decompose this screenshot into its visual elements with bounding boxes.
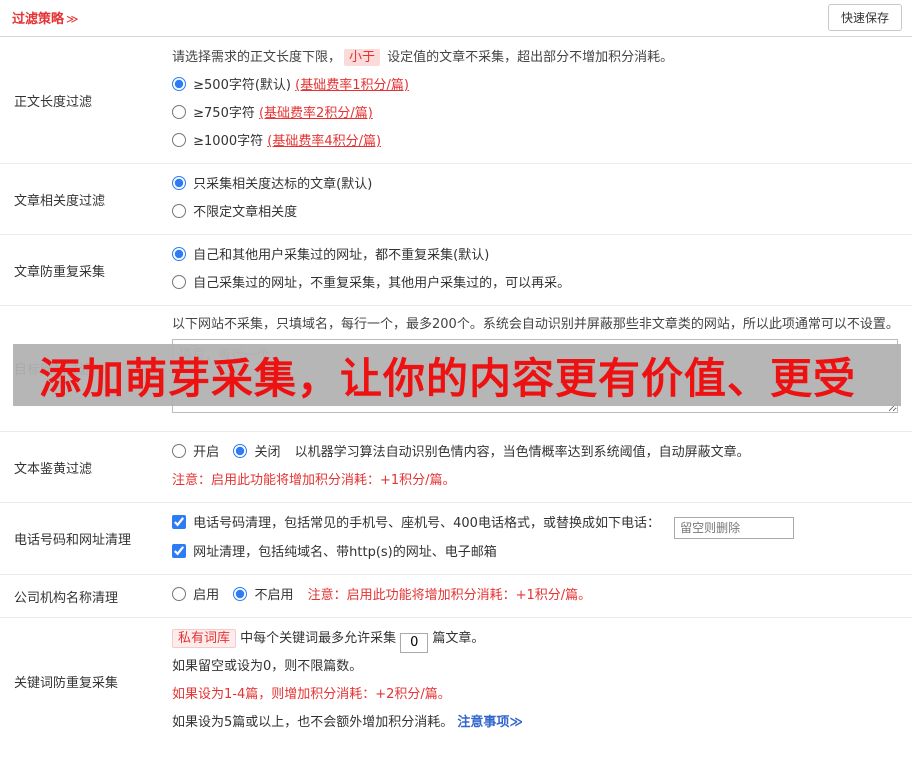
radio-company-off[interactable] xyxy=(233,587,248,601)
target-sites-description: 以下网站不采集，只填域名，每行一个，最多200个。系统会自动识别并屏蔽那些非文章… xyxy=(172,317,899,332)
option-porn-off[interactable]: 关闭 xyxy=(233,444,284,460)
row-content-porn-filter: 开启 关闭 以机器学习算法自动识别色情内容，当色情概率达到系统阈值，自动屏蔽文章… xyxy=(172,432,912,502)
option-label: 网址清理，包括纯域名、带http(s)的网址、电子邮箱 xyxy=(193,545,497,560)
replacement-phone-input[interactable] xyxy=(674,517,795,539)
keyword-dedup-cost-note: 如果设为1-4篇，则增加积分消耗：+2积分/篇。 xyxy=(172,687,451,702)
option-porn-on[interactable]: 开启 xyxy=(172,444,223,460)
radio-750-chars[interactable] xyxy=(172,105,186,119)
row-label-keyword-dedup: 关键词防重复采集 xyxy=(14,675,119,691)
option-label: ≥750字符 xyxy=(193,106,259,121)
porn-filter-options-line: 开启 关闭 以机器学习算法自动识别色情内容，当色情概率达到系统阈值，自动屏蔽文章… xyxy=(172,439,902,467)
line4-text: 如果设为5篇或以上，也不会额外增加积分消耗。 xyxy=(172,715,458,730)
row-content-phone-url-clean: 电话号码清理，包括常见的手机号、座机号、400电话格式，或替换成如下电话： 网址… xyxy=(172,503,912,574)
option-label: 不限定文章相关度 xyxy=(193,205,298,220)
option-relevance-strict[interactable]: 只采集相关度达标的文章(默认) xyxy=(172,171,902,199)
radio-porn-off[interactable] xyxy=(233,444,248,458)
chevron-double-icon: ≫ xyxy=(66,12,79,26)
row-label-dedup: 文章防重复采集 xyxy=(14,264,106,280)
option-label: 开启 xyxy=(193,445,220,460)
porn-filter-cost-note: 注意：启用此功能将增加积分消耗：+1积分/篇。 xyxy=(172,473,456,488)
option-750-chars[interactable]: ≥750字符 (基础费率2积分/篇) xyxy=(172,100,902,128)
private-lexicon-chip: 私有词库 xyxy=(172,629,237,648)
phone-clean-line: 电话号码清理，包括常见的手机号、座机号、400电话格式，或替换成如下电话： xyxy=(172,510,902,539)
row-content-company-clean: 启用 不启用 注意：启用此功能将增加积分消耗：+1积分/篇。 xyxy=(172,575,912,617)
row-relevance-filter: 文章相关度过滤 只采集相关度达标的文章(默认) 不限定文章相关度 xyxy=(0,164,912,235)
option-label: ≥500字符(默认) xyxy=(193,78,296,93)
radio-relevance-any[interactable] xyxy=(172,204,186,218)
company-clean-cost-note: 注意：启用此功能将增加积分消耗：+1积分/篇。 xyxy=(307,588,592,603)
row-content-dedup: 自己和其他用户采集过的网址，都不重复采集(默认) 自己采集过的网址，不重复采集，… xyxy=(172,235,912,305)
option-label: ≥1000字符 xyxy=(193,134,268,149)
row-content-relevance: 只采集相关度达标的文章(默认) 不限定文章相关度 xyxy=(172,164,912,234)
row-label-phone-url-clean: 电话号码和网址清理 xyxy=(14,533,132,548)
checkbox-phone-clean[interactable] xyxy=(172,515,186,529)
option-label: 自己采集过的网址，不重复采集，其他用户采集过的，可以再采。 xyxy=(193,276,571,291)
option-label: 不启用 xyxy=(254,588,294,603)
notes-link[interactable]: 注意事项≫ xyxy=(457,715,523,730)
row-dedup-collect: 文章防重复采集 自己和其他用户采集过的网址，都不重复采集(默认) 自己采集过的网… xyxy=(0,235,912,306)
line1-text-before: 中每个关键词最多允许采集 xyxy=(236,631,401,646)
content-length-description: 请选择需求的正文长度下限， 小于 设定值的文章不采集，超出部分不增加积分消耗。 xyxy=(172,44,902,72)
radio-dedup-self-only[interactable] xyxy=(172,275,186,289)
keyword-dedup-line1: 私有词库 中每个关键词最多允许采集 篇文章。 xyxy=(172,625,902,653)
option-label: 关闭 xyxy=(254,445,281,460)
row-porn-filter: 文本鉴黄过滤 开启 关闭 以机器学习算法自动识别色情内容，当色情概率达到系统阈值… xyxy=(0,432,912,503)
row-company-clean: 公司机构名称清理 启用 不启用 注意：启用此功能将增加积分消耗：+1积分/篇。 xyxy=(0,575,912,618)
option-label: 只采集相关度达标的文章(默认) xyxy=(193,177,373,192)
fee-note-2pt: (基础费率2积分/篇) xyxy=(258,106,373,121)
radio-500-chars[interactable] xyxy=(172,77,186,91)
checkbox-url-clean-option[interactable]: 网址清理，包括纯域名、带http(s)的网址、电子邮箱 xyxy=(172,544,497,560)
row-content-keyword-dedup: 私有词库 中每个关键词最多允许采集 篇文章。 如果留空或设为0，则不限篇数。 如… xyxy=(172,618,912,744)
desc-text-before: 请选择需求的正文长度下限， xyxy=(172,50,342,65)
option-dedup-self-only[interactable]: 自己采集过的网址，不重复采集，其他用户采集过的，可以再采。 xyxy=(172,270,902,298)
page-header: 过滤策略 ≫ 快速保存 xyxy=(0,0,912,37)
row-label-company-clean: 公司机构名称清理 xyxy=(14,590,119,606)
company-clean-options-line: 启用 不启用 注意：启用此功能将增加积分消耗：+1积分/篇。 xyxy=(172,582,902,610)
option-1000-chars[interactable]: ≥1000字符 (基础费率4积分/篇) xyxy=(172,128,902,156)
page-title[interactable]: 过滤策略 ≫ xyxy=(12,8,79,27)
radio-porn-on[interactable] xyxy=(172,444,186,458)
option-relevance-any[interactable]: 不限定文章相关度 xyxy=(172,199,902,227)
option-company-clean-off[interactable]: 不启用 xyxy=(233,587,297,603)
fee-note-4pt: (基础费率4积分/篇) xyxy=(267,134,382,149)
row-keyword-dedup: 关键词防重复采集 私有词库 中每个关键词最多允许采集 篇文章。 如果留空或设为0… xyxy=(0,618,912,744)
watermark-text: 添加萌芽采集，让你的内容更有价值、更受 xyxy=(39,353,857,403)
option-company-clean-on[interactable]: 启用 xyxy=(172,587,223,603)
row-label-relevance: 文章相关度过滤 xyxy=(14,193,106,209)
quick-save-button[interactable]: 快速保存 xyxy=(827,4,902,31)
option-label: 启用 xyxy=(193,588,220,603)
option-label: 电话号码清理，包括常见的手机号、座机号、400电话格式，或替换成如下电话： xyxy=(193,516,660,531)
checkbox-phone-clean-option[interactable]: 电话号码清理，包括常见的手机号、座机号、400电话格式，或替换成如下电话： xyxy=(172,515,664,531)
row-label-porn-filter: 文本鉴黄过滤 xyxy=(14,461,93,477)
page-title-text: 过滤策略 xyxy=(12,12,65,27)
radio-dedup-global[interactable] xyxy=(172,247,186,261)
porn-filter-description: 以机器学习算法自动识别色情内容，当色情概率达到系统阈值，自动屏蔽文章。 xyxy=(294,445,750,460)
radio-1000-chars[interactable] xyxy=(172,133,186,147)
watermark-banner: 添加萌芽采集，让你的内容更有价值、更受 xyxy=(13,344,901,406)
line1-text-after: 篇文章。 xyxy=(428,631,485,646)
row-target-sites: 目标网站过滤 以下网站不采集，只填域名，每行一个，最多200个。系统会自动识别并… xyxy=(0,306,912,432)
url-clean-line: 网址清理，包括纯域名、带http(s)的网址、电子邮箱 xyxy=(172,539,902,567)
option-500-chars[interactable]: ≥500字符(默认) (基础费率1积分/篇) xyxy=(172,72,902,100)
row-content-content-length: 请选择需求的正文长度下限， 小于 设定值的文章不采集，超出部分不增加积分消耗。 ≥… xyxy=(172,37,912,163)
option-dedup-global[interactable]: 自己和其他用户采集过的网址，都不重复采集(默认) xyxy=(172,242,902,270)
row-label-content-length: 正文长度过滤 xyxy=(14,94,93,110)
option-label: 自己和其他用户采集过的网址，都不重复采集(默认) xyxy=(193,248,490,263)
max-collect-count-input[interactable] xyxy=(400,632,429,653)
fee-note-1pt: (基础费率1积分/篇) xyxy=(295,78,409,93)
keyword-dedup-line2: 如果留空或设为0，则不限篇数。 xyxy=(172,659,363,674)
radio-relevance-strict[interactable] xyxy=(172,176,186,190)
less-than-highlight: 小于 xyxy=(344,49,381,66)
desc-text-after: 设定值的文章不采集，超出部分不增加积分消耗。 xyxy=(383,50,674,65)
checkbox-url-clean[interactable] xyxy=(172,544,186,558)
keyword-dedup-line4: 如果设为5篇或以上，也不会额外增加积分消耗。 注意事项≫ xyxy=(172,709,902,737)
radio-company-on[interactable] xyxy=(172,587,186,601)
row-phone-url-clean: 电话号码和网址清理 电话号码清理，包括常见的手机号、座机号、400电话格式，或替… xyxy=(0,503,912,575)
row-content-length-filter: 正文长度过滤 请选择需求的正文长度下限， 小于 设定值的文章不采集，超出部分不增加… xyxy=(0,37,912,164)
